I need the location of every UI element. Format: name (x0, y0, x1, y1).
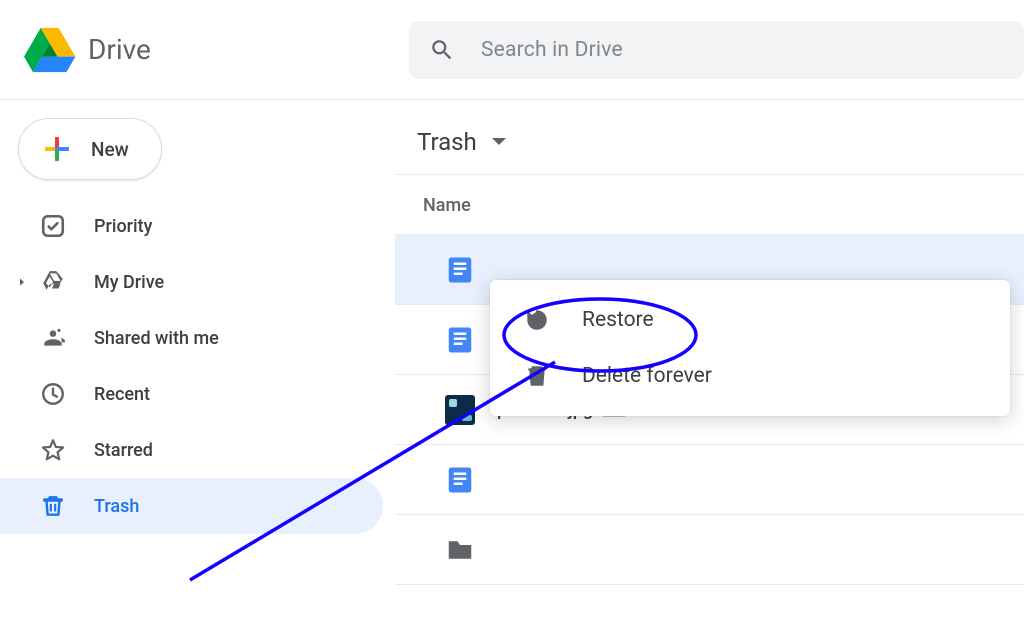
logo[interactable]: Drive (24, 26, 409, 74)
sidebar-item-priority[interactable]: Priority (0, 198, 383, 254)
drive-logo-icon (24, 26, 76, 74)
file-row[interactable] (395, 445, 1024, 515)
shared-icon (40, 325, 66, 351)
sidebar-item-label: My Drive (94, 272, 164, 293)
search-bar[interactable]: Search in Drive (409, 21, 1024, 79)
column-header-name[interactable]: Name (395, 175, 1024, 235)
sidebar-item-label: Shared with me (94, 328, 219, 349)
sidebar-item-label: Trash (94, 496, 139, 517)
context-menu-label: Restore (582, 308, 654, 332)
page-title: Trash (417, 128, 477, 156)
star-icon (40, 437, 66, 463)
context-menu-label: Delete forever (582, 364, 712, 388)
sidebar-item-label: Starred (94, 440, 153, 461)
sidebar: New Priority My Drive Shared with me Rec… (0, 100, 395, 638)
topbar: Drive Search in Drive (0, 0, 1024, 100)
context-menu-restore[interactable]: Restore (490, 292, 1010, 348)
plus-icon (39, 131, 75, 167)
sidebar-item-recent[interactable]: Recent (0, 366, 383, 422)
context-menu: Restore Delete forever (490, 280, 1010, 416)
sidebar-item-starred[interactable]: Starred (0, 422, 383, 478)
sidebar-item-label: Recent (94, 384, 150, 405)
trash-icon (40, 493, 66, 519)
caret-right-icon (16, 276, 28, 288)
dropdown-caret-icon (491, 137, 507, 147)
sidebar-item-shared[interactable]: Shared with me (0, 310, 383, 366)
image-thumbnail-icon (445, 395, 475, 425)
priority-icon (40, 213, 66, 239)
sidebar-item-trash[interactable]: Trash (0, 478, 383, 534)
nav-list: Priority My Drive Shared with me Recent … (0, 198, 395, 534)
folder-icon (445, 535, 475, 565)
search-placeholder: Search in Drive (481, 38, 623, 62)
sidebar-item-my-drive[interactable]: My Drive (0, 254, 383, 310)
sidebar-item-label: Priority (94, 216, 152, 237)
docs-file-icon (445, 255, 475, 285)
search-icon (429, 37, 455, 63)
app-name: Drive (88, 33, 151, 66)
file-row[interactable] (395, 515, 1024, 585)
new-button-label: New (91, 138, 129, 161)
context-menu-delete-forever[interactable]: Delete forever (490, 348, 1010, 404)
my-drive-icon (40, 269, 66, 295)
recent-icon (40, 381, 66, 407)
docs-file-icon (445, 325, 475, 355)
new-button[interactable]: New (18, 118, 162, 180)
heading-row[interactable]: Trash (395, 128, 1024, 175)
docs-file-icon (445, 465, 475, 495)
restore-icon (524, 307, 550, 333)
delete-forever-icon (524, 363, 550, 389)
